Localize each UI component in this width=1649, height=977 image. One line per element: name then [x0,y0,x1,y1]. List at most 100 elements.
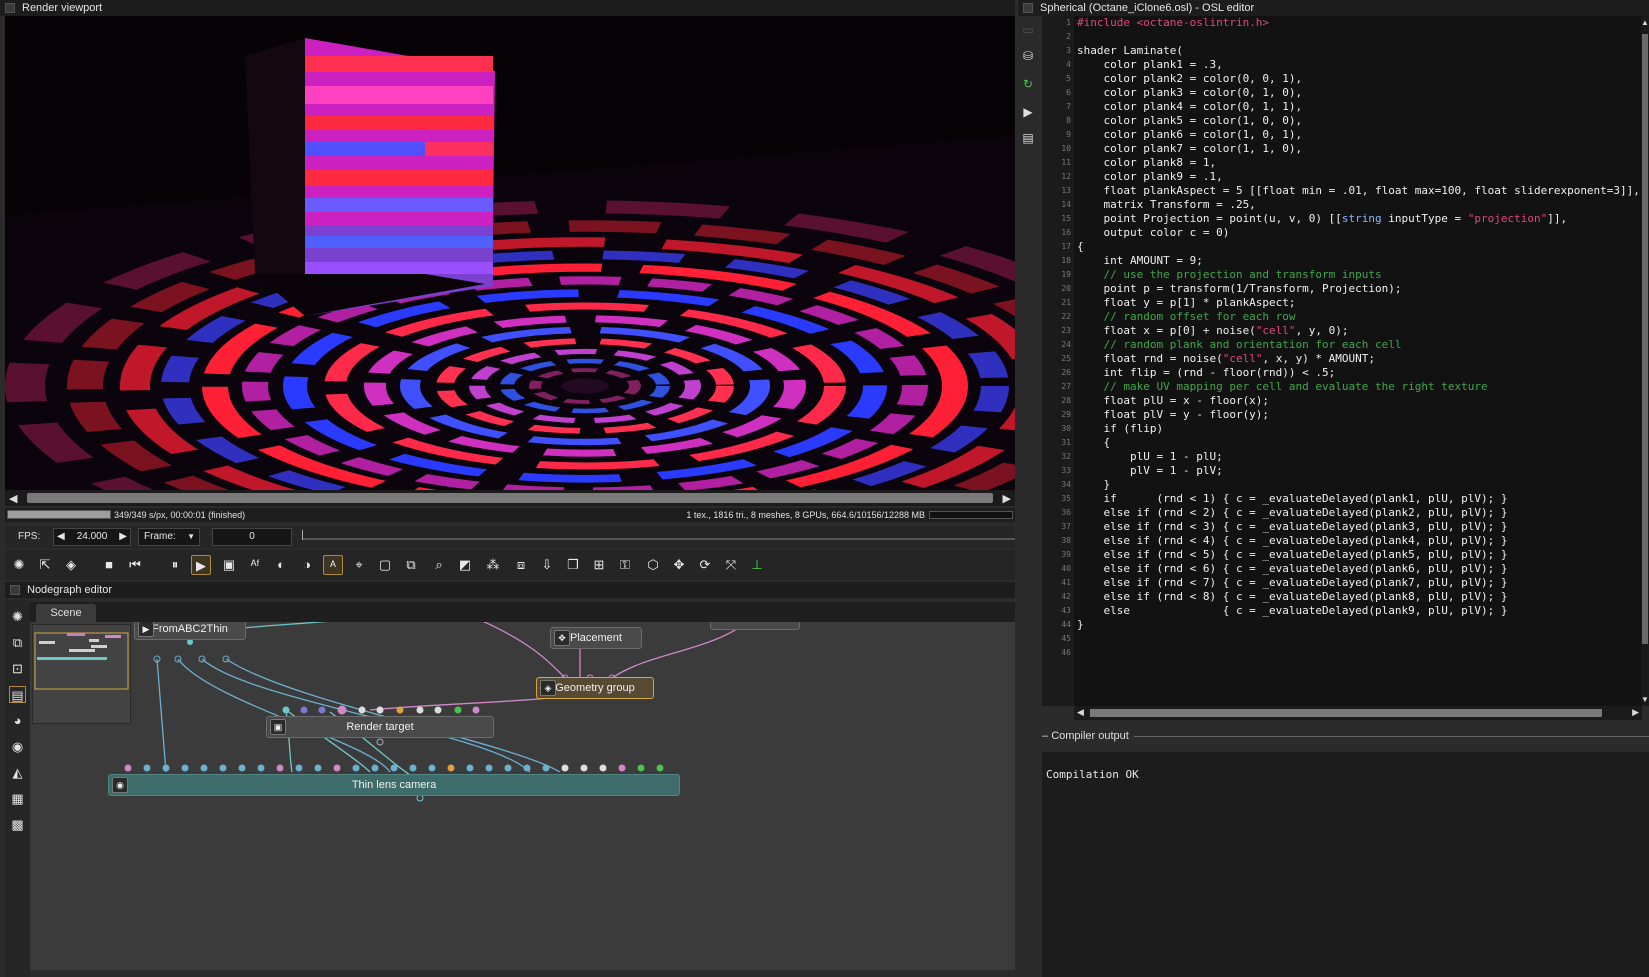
code-line[interactable]: plU = 1 - plU; [1077,450,1642,464]
layers-icon[interactable]: ❐ [563,555,583,575]
code-line[interactable]: else if (rnd < 3) { c = _evaluateDelayed… [1077,520,1642,534]
camera-node-icon[interactable]: ◉ [9,738,26,755]
panel-toggle[interactable] [5,3,15,13]
monitor-icon[interactable]: ▣ [219,555,239,575]
frame-dropdown[interactable]: Frame: ▼ [138,528,200,546]
pause-icon[interactable]: ⏸ [165,555,185,575]
bounding-box-icon[interactable]: ⬡ [643,555,663,575]
code-line[interactable]: float plankAspect = 5 [[float min = .01,… [1077,184,1642,198]
code-line[interactable]: color plank4 = color(0, 1, 1), [1077,100,1642,114]
panel-toggle[interactable] [1023,3,1033,13]
scroll-right-icon[interactable]: ▶ [1003,492,1011,505]
code-line[interactable]: else if (rnd < 4) { c = _evaluateDelayed… [1077,534,1642,548]
node-offscreen[interactable] [710,622,800,630]
fps-decrement-icon[interactable]: ◀ [57,529,65,545]
code-line[interactable]: if (rnd < 1) { c = _evaluateDelayed(plan… [1077,492,1642,506]
code-line[interactable]: else { c = _evaluateDelayed(plank9, plU,… [1077,604,1642,618]
code-line[interactable]: color plank6 = color(1, 0, 1), [1077,128,1642,142]
render-target-icon[interactable]: ▦ [9,790,26,807]
code-line[interactable]: float rnd = noise("cell", x, y) * AMOUNT… [1077,352,1642,366]
clay-mode-icon[interactable]: ◩ [455,555,475,575]
viewport-horizontal-scrollbar[interactable]: ◀ ▶ [5,490,1015,506]
color-cube-icon[interactable]: ◈ [61,555,81,575]
stop-icon[interactable]: ■ [99,555,119,575]
fps-increment-icon[interactable]: ▶ [119,529,127,545]
osl-code-editor[interactable]: #include <octane-oslintrin.h> shader Lam… [1074,16,1642,706]
auto-focus-icon[interactable]: ᴬ [323,555,343,575]
unlock-icon[interactable]: ⚿ [615,555,635,575]
export-icon[interactable]: ⇩ [537,555,557,575]
minimap-toggle-icon[interactable]: ▤ [9,686,26,703]
code-line[interactable]: else if (rnd < 7) { c = _evaluateDelayed… [1077,576,1642,590]
material-icon[interactable]: ◕ [9,712,26,729]
code-line[interactable]: color plank5 = color(1, 0, 0), [1077,114,1642,128]
pick-material-icon[interactable]: ⌖ [349,555,369,575]
code-line[interactable]: float plV = y - floor(y); [1077,408,1642,422]
reload-icon[interactable]: ↻ [1020,76,1036,92]
scroll-left-icon[interactable]: ◀ [1077,707,1084,718]
axis-gizmo-icon[interactable]: ⊥ [747,555,767,575]
code-line[interactable]: int AMOUNT = 9; [1077,254,1642,268]
af-icon[interactable]: ᴬᶠ [245,555,265,575]
code-line[interactable]: else if (rnd < 8) { c = _evaluateDelayed… [1077,590,1642,604]
code-line[interactable]: point p = transform(1/Transform, Project… [1077,282,1642,296]
lock-focus-icon[interactable]: ◑ [297,555,317,575]
color-wheel-icon[interactable]: ◐ [271,555,291,575]
code-line[interactable]: // random plank and orientation for each… [1077,338,1642,352]
scrollbar-thumb[interactable] [1090,709,1602,717]
node-render-target[interactable]: ▣ Render target [266,716,494,738]
code-line[interactable]: float y = p[1] * plankAspect; [1077,296,1642,310]
code-line[interactable]: // use the projection and transform inpu… [1077,268,1642,282]
code-horizontal-scrollbar[interactable]: ◀ ▶ [1074,706,1642,720]
code-line[interactable]: output color c = 0) [1077,226,1642,240]
code-line[interactable]: #include <octane-oslintrin.h> [1077,16,1642,30]
code-line[interactable]: color plank2 = color(0, 0, 1), [1077,72,1642,86]
code-line[interactable]: else if (rnd < 2) { c = _evaluateDelayed… [1077,506,1642,520]
timeline-slider[interactable] [302,530,1015,540]
node-geometry-group[interactable]: ◈ Geometry group [536,677,654,699]
snapshot-icon[interactable]: ⊞ [589,555,609,575]
code-line[interactable]: float x = p[0] + noise("cell", y, 0); [1077,324,1642,338]
nodegraph-minimap[interactable] [32,624,131,724]
code-line[interactable]: // random offset for each row [1077,310,1642,324]
code-line[interactable]: // make UV mapping per cell and evaluate… [1077,380,1642,394]
texture-node-icon[interactable]: ◭ [9,764,26,781]
scroll-left-icon[interactable]: ◀ [9,492,17,505]
code-line[interactable]: { [1077,240,1642,254]
node-fromabc2thin[interactable]: ▶ FromABC2Thin [134,622,246,640]
expand-nodes-icon[interactable]: ⧉ [9,634,26,651]
code-line[interactable]: plV = 1 - plV; [1077,464,1642,478]
panel-toggle[interactable] [10,585,20,595]
move-icon[interactable]: ✥ [669,555,689,575]
scrollbar-thumb[interactable] [27,493,993,503]
frame-field[interactable]: 0 [212,528,292,546]
render-viewport[interactable] [5,16,1015,490]
code-line[interactable]: } [1077,478,1642,492]
rotate-icon[interactable]: ⟳ [695,555,715,575]
code-line[interactable]: { [1077,436,1642,450]
copy-icon[interactable]: ⧈ [511,555,531,575]
code-line[interactable]: shader Laminate( [1077,44,1642,58]
code-line[interactable]: color plank8 = 1, [1077,156,1642,170]
fit-nodes-icon[interactable]: ⊡ [9,660,26,677]
code-line[interactable]: point Projection = point(u, v, 0) [[stri… [1077,212,1642,226]
scrollbar-thumb[interactable] [1642,34,1648,644]
code-line[interactable]: if (flip) [1077,422,1642,436]
node-thin-lens-camera[interactable]: ◉ Thin lens camera [108,774,680,796]
sub-sampling-icon[interactable]: ⁂ [483,555,503,575]
octane-logo-icon[interactable]: ✺ [9,555,29,575]
tab-scene[interactable]: Scene [36,604,96,622]
octane-node-icon[interactable]: ✺ [9,608,26,625]
code-line[interactable]: color plank9 = .1, [1077,170,1642,184]
code-line[interactable]: color plank3 = color(0, 1, 0), [1077,86,1642,100]
scroll-up-icon[interactable]: ▲ [1641,18,1649,27]
play-icon[interactable]: ▶ [191,555,211,575]
reset-render-icon[interactable]: ⇱ [35,555,55,575]
code-line[interactable] [1077,30,1642,44]
region-render-icon[interactable]: ▢ [375,555,395,575]
code-vertical-scrollbar[interactable]: ▲ ▼ [1641,16,1649,706]
code-line[interactable]: float plU = x - floor(x); [1077,394,1642,408]
nodegraph-canvas[interactable]: ✥ Placement ▶ FromABC2Thin ◈ Geometry gr… [30,622,1015,970]
code-line[interactable]: else if (rnd < 6) { c = _evaluateDelayed… [1077,562,1642,576]
film-region-icon[interactable]: ⧉ [401,555,421,575]
